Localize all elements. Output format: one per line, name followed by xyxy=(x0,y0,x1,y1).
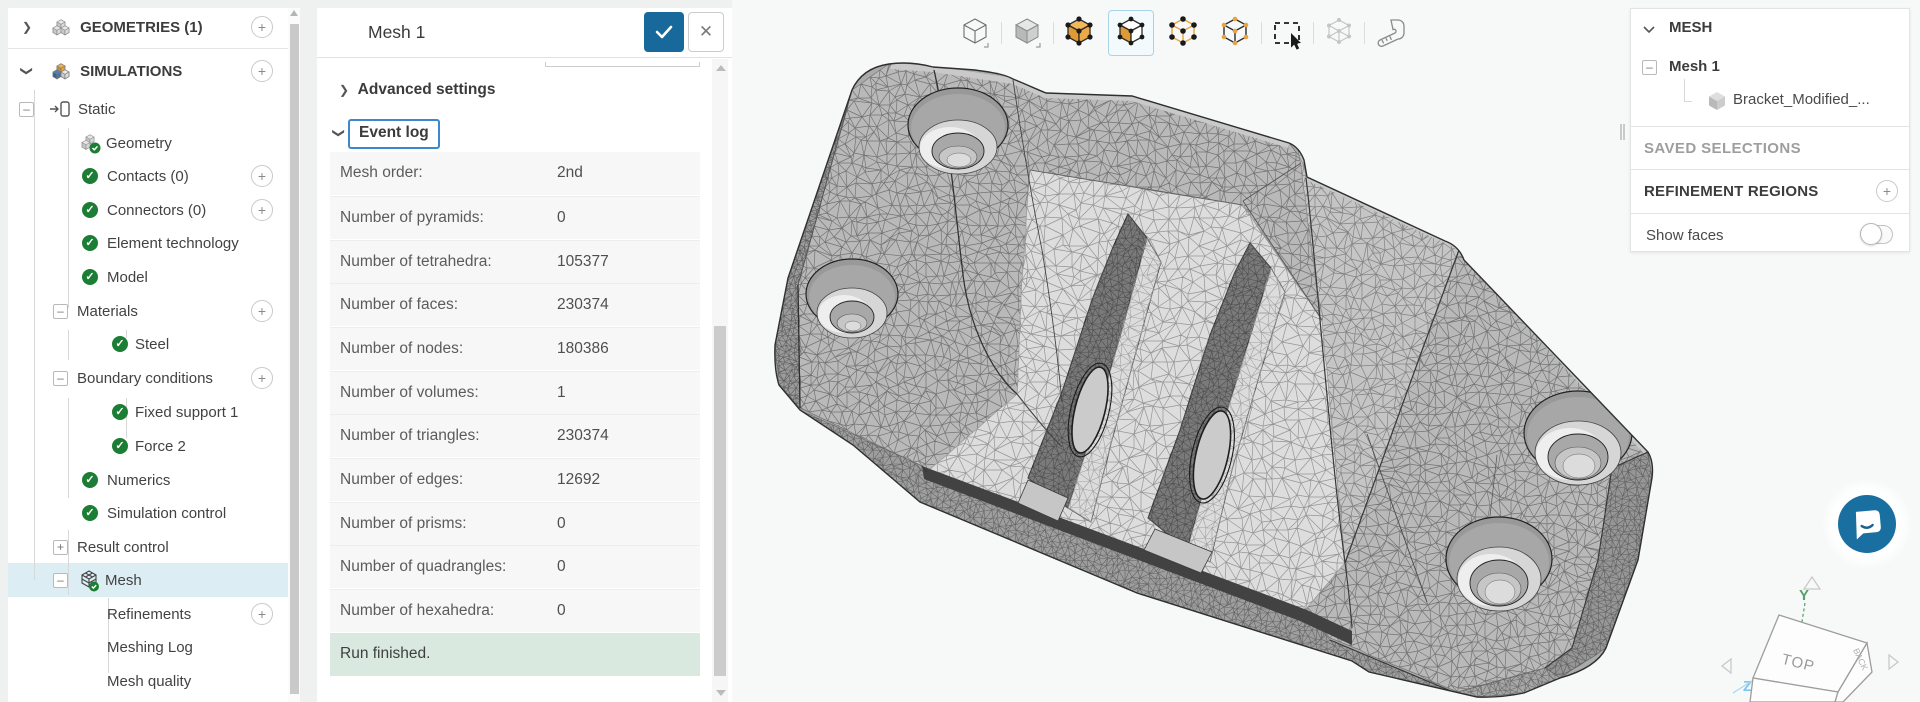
svg-text:Y: Y xyxy=(1799,587,1809,604)
